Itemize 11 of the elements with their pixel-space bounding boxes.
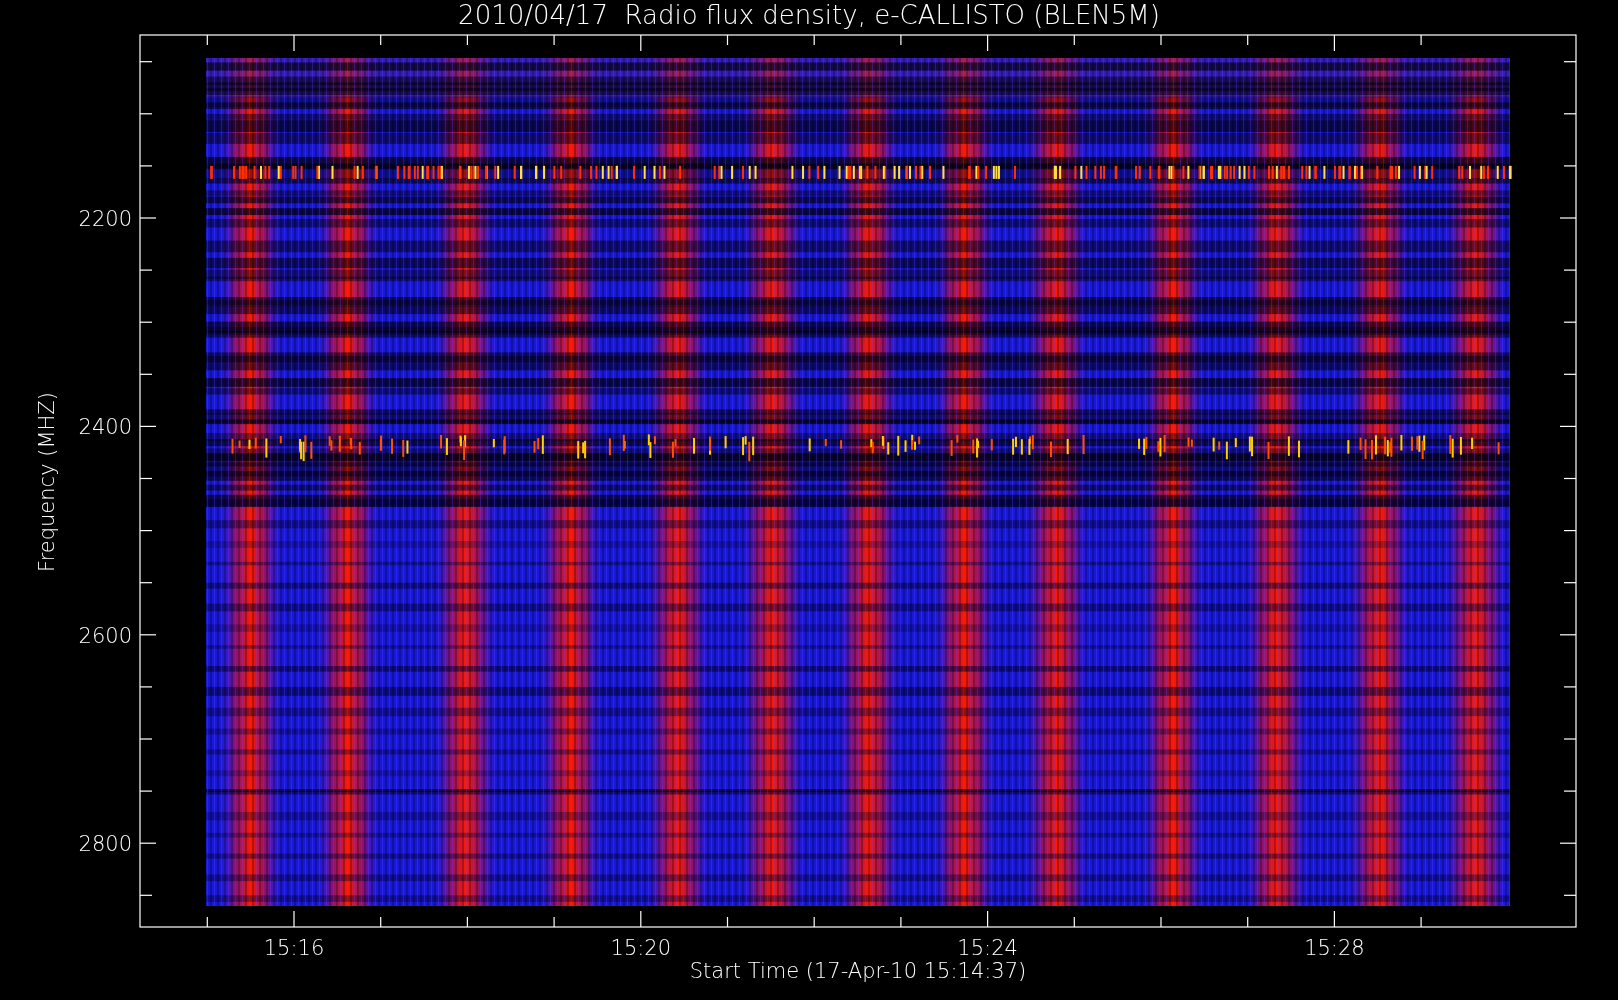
x-tick-label: 15:28	[1304, 936, 1365, 960]
x-tick-label: 15:24	[957, 936, 1018, 960]
x-tick-label: 15:16	[263, 936, 325, 960]
y-tick-label: 2400	[78, 415, 132, 440]
x-tick-label: 15:20	[610, 936, 672, 960]
x-axis-label: Start Time (17-Apr-10 15:14:37)	[689, 959, 1027, 983]
y-tick-label: 2600	[78, 623, 132, 648]
y-axis-label: Frequency (MHZ)	[35, 392, 59, 572]
chart-title: 2010/04/17 Radio flux density, e-CALLISTO (BLEN5M)	[458, 0, 1160, 30]
y-tick-label: 2200	[78, 207, 132, 231]
y-tick-label: 2800	[78, 832, 132, 857]
